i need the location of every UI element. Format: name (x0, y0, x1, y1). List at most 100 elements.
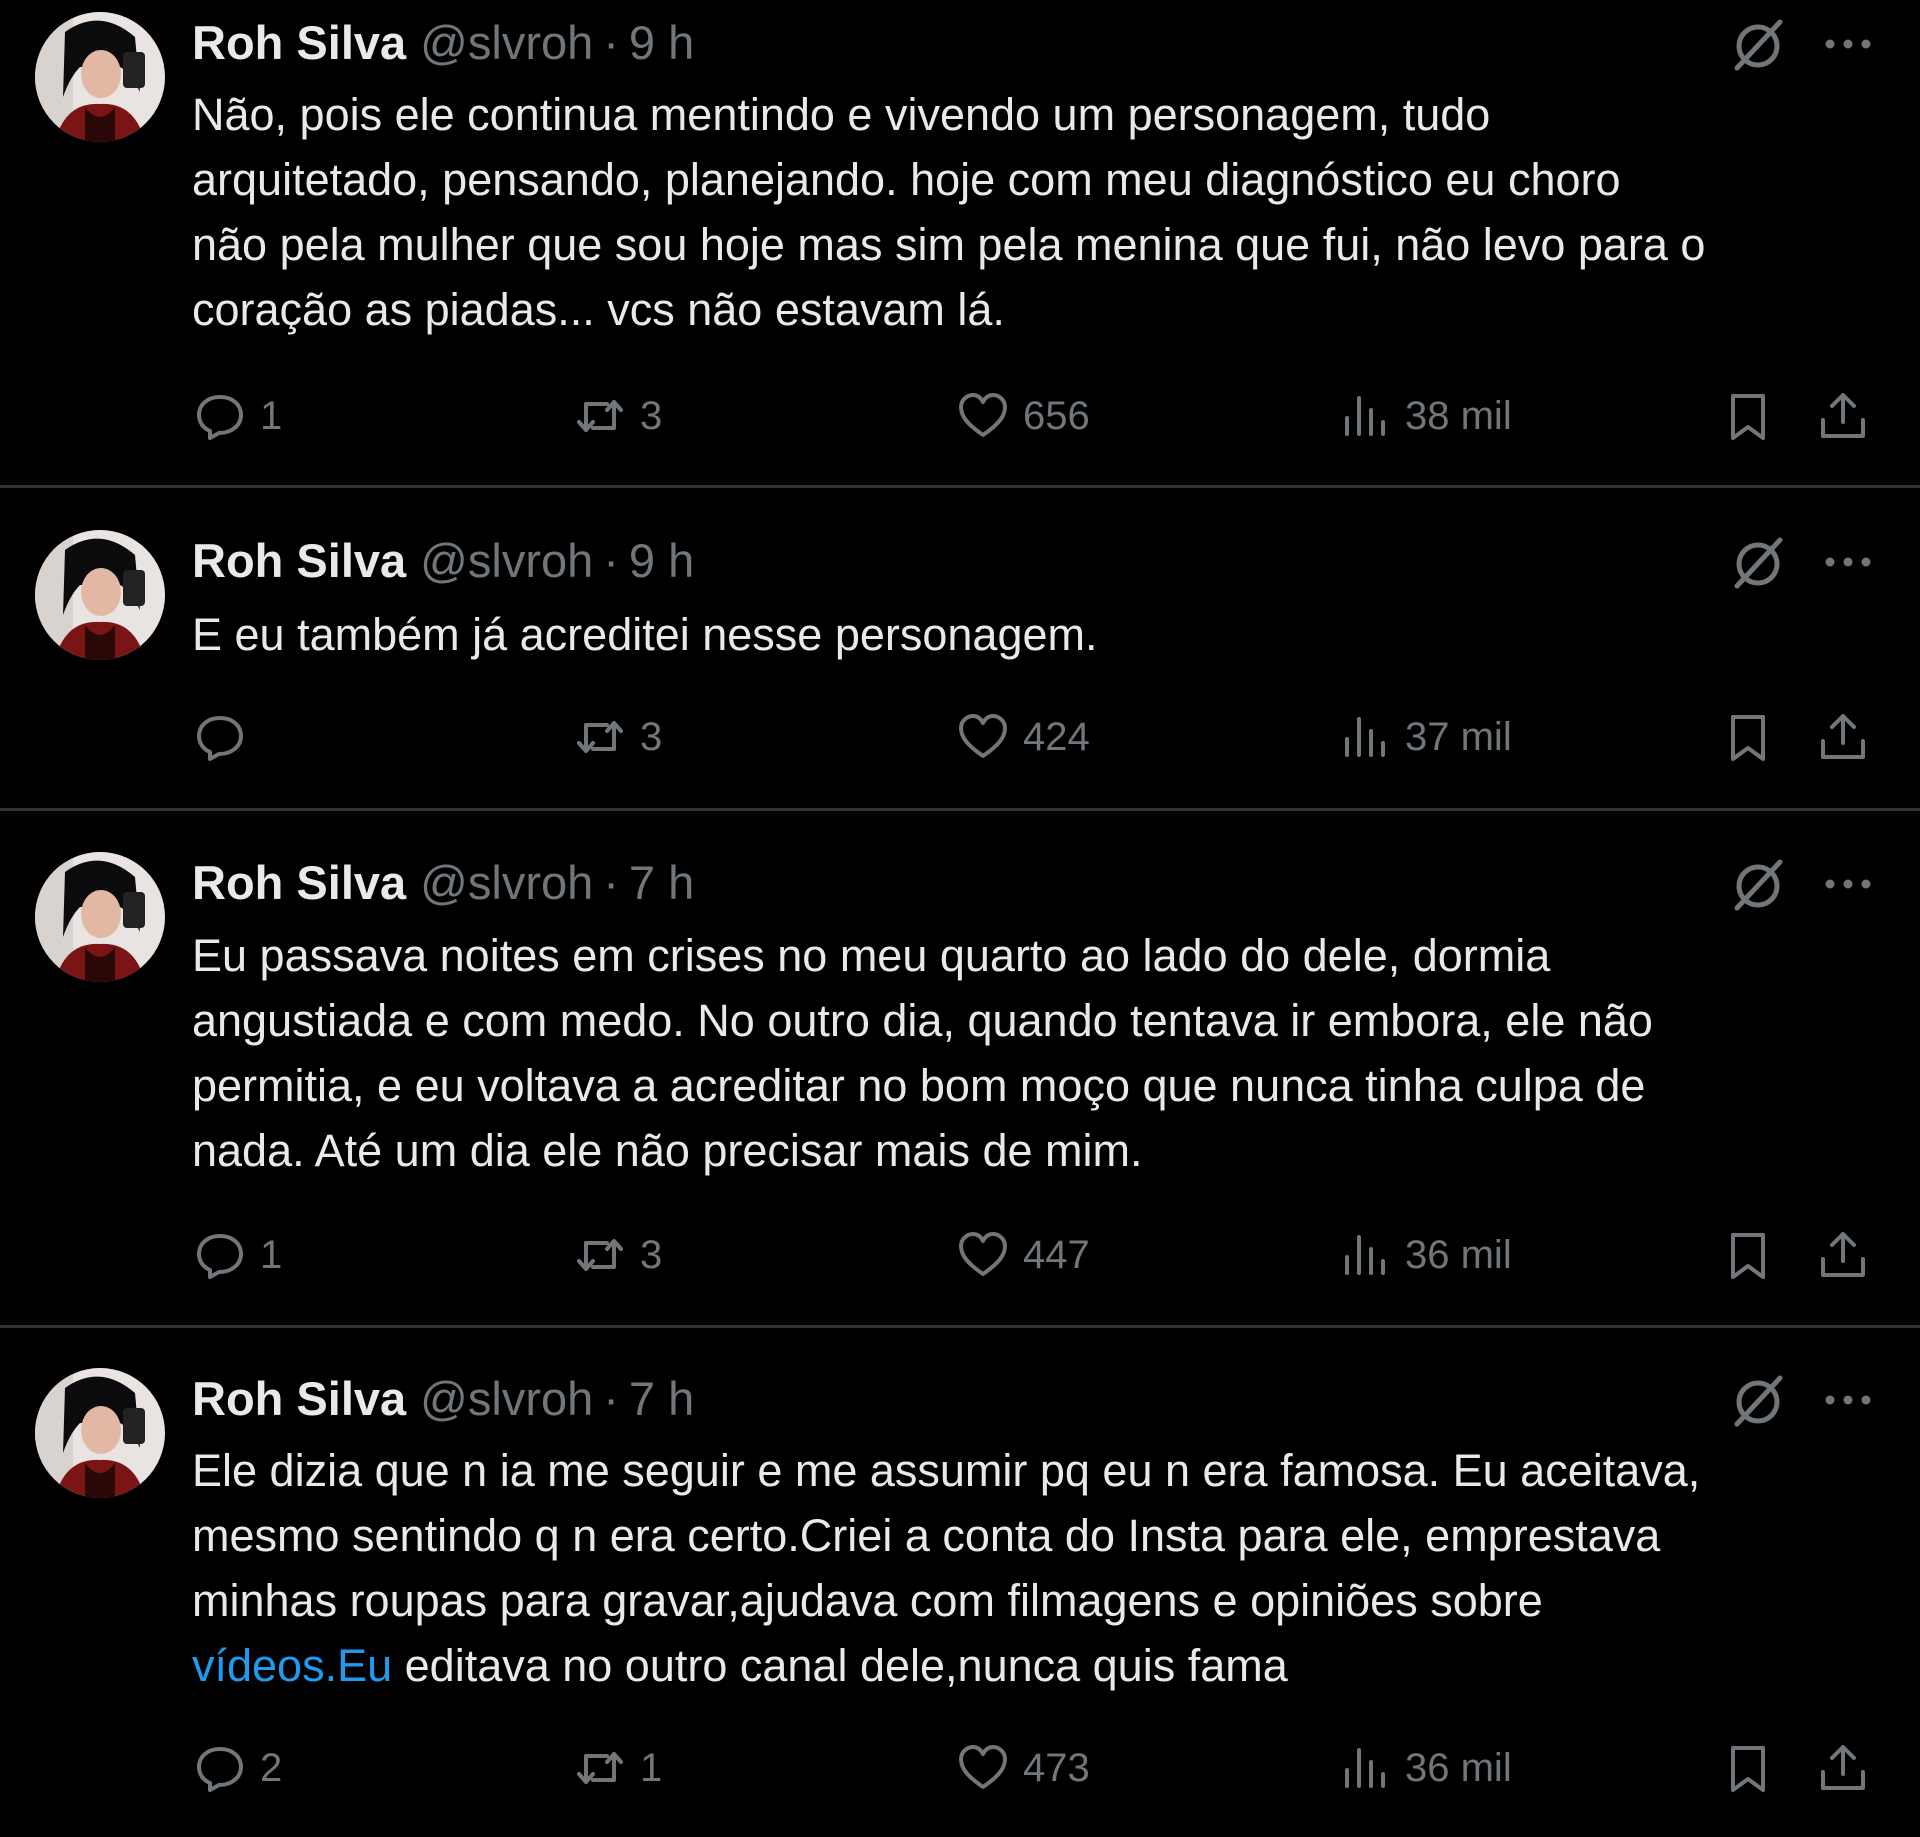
tweet-header: Roh Silva @slvroh · 7 h (192, 852, 694, 912)
action-bar: 2 1 473 36 mil (0, 1733, 1920, 1803)
reply-icon (197, 716, 243, 761)
tweet[interactable]: Roh Silva @slvroh · 9 h E eu também já a… (0, 488, 1920, 808)
tweet-header: Roh Silva @slvroh · 9 h (192, 12, 694, 72)
views-count: 38 mil (1405, 393, 1512, 438)
retweet-count: 3 (640, 393, 663, 438)
views-count: 36 mil (1405, 1745, 1512, 1790)
like-button[interactable]: 447 (955, 1220, 1090, 1290)
tweet-text: Eu passava noites em crises no meu quart… (192, 930, 1653, 1176)
reply-button[interactable]: 2 (192, 1733, 282, 1803)
share-button[interactable] (1815, 702, 1871, 772)
bookmark-icon (1731, 715, 1765, 761)
separator-dot: · (603, 533, 619, 587)
bookmark-icon (1731, 1233, 1765, 1279)
like-button[interactable]: 424 (955, 702, 1090, 772)
like-count: 473 (1023, 1745, 1090, 1790)
separator-dot: · (603, 15, 619, 69)
more-icon[interactable] (1820, 14, 1876, 74)
views-button[interactable]: 38 mil (1337, 381, 1512, 451)
retweet-button[interactable]: 1 (572, 1733, 662, 1803)
share-button[interactable] (1815, 1220, 1871, 1290)
retweet-count: 3 (640, 1232, 663, 1277)
views-count: 36 mil (1405, 1232, 1512, 1277)
retweet-button[interactable]: 3 (572, 381, 662, 451)
author-handle[interactable]: @slvroh (420, 1371, 593, 1426)
reply-count: 1 (260, 393, 283, 438)
grok-icon[interactable] (1728, 532, 1788, 592)
avatar[interactable] (35, 852, 165, 982)
author-handle[interactable]: @slvroh (420, 855, 593, 910)
avatar[interactable] (35, 530, 165, 660)
bookmark-button[interactable] (1720, 381, 1776, 451)
author-name[interactable]: Roh Silva (192, 855, 406, 910)
like-button[interactable]: 656 (955, 381, 1090, 451)
more-icon[interactable] (1820, 532, 1876, 592)
timestamp[interactable]: 7 h (629, 1371, 694, 1426)
views-button[interactable]: 36 mil (1337, 1220, 1512, 1290)
views-icon (1345, 396, 1385, 436)
tweet-text-part: editava no outro canal dele,nunca quis f… (392, 1640, 1288, 1691)
bookmark-icon (1731, 394, 1765, 440)
avatar[interactable] (35, 12, 165, 142)
timeline-feed: Roh Silva @slvroh · 9 h Não, pois ele co… (0, 0, 1920, 1837)
reply-button[interactable]: 1 (192, 381, 282, 451)
views-count: 37 mil (1405, 714, 1512, 759)
author-name[interactable]: Roh Silva (192, 533, 406, 588)
retweet-count: 1 (640, 1745, 663, 1790)
tweet-header: Roh Silva @slvroh · 7 h (192, 1368, 694, 1428)
like-count: 424 (1023, 714, 1090, 759)
reply-button[interactable]: 1 (192, 1220, 282, 1290)
timestamp[interactable]: 7 h (629, 855, 694, 910)
action-bar: 1 3 656 38 mil (0, 381, 1920, 451)
tweet-header: Roh Silva @slvroh · 9 h (192, 530, 694, 590)
views-button[interactable]: 37 mil (1337, 702, 1512, 772)
author-handle[interactable]: @slvroh (420, 533, 593, 588)
bookmark-icon (1731, 1746, 1765, 1792)
reply-icon (197, 395, 243, 440)
share-icon (1821, 1745, 1865, 1790)
retweet-icon (577, 721, 623, 753)
grok-icon[interactable] (1728, 854, 1788, 914)
avatar[interactable] (35, 1368, 165, 1498)
tweet-link[interactable]: vídeos.Eu (192, 1640, 392, 1691)
share-icon (1821, 714, 1865, 759)
heart-icon (959, 1232, 1007, 1276)
timestamp[interactable]: 9 h (629, 533, 694, 588)
retweet-count: 3 (640, 714, 663, 759)
author-name[interactable]: Roh Silva (192, 1371, 406, 1426)
separator-dot: · (603, 855, 619, 909)
tweet[interactable]: Roh Silva @slvroh · 7 h Ele dizia que n … (0, 1328, 1920, 1837)
share-icon (1821, 1232, 1865, 1277)
tweet-text: Ele dizia que n ia me seguir e me assumi… (192, 1438, 1892, 1698)
heart-icon (959, 714, 1007, 758)
grok-icon[interactable] (1728, 1370, 1788, 1430)
tweet-text: E eu também já acreditei nesse personage… (192, 609, 1098, 660)
share-button[interactable] (1815, 1733, 1871, 1803)
separator-dot: · (603, 1371, 619, 1425)
heart-icon (959, 393, 1007, 437)
tweet[interactable]: Roh Silva @slvroh · 9 h Não, pois ele co… (0, 0, 1920, 487)
more-icon[interactable] (1820, 1370, 1876, 1430)
action-bar: 3 424 37 mil (0, 702, 1920, 772)
grok-icon[interactable] (1728, 14, 1788, 74)
views-icon (1345, 717, 1385, 757)
share-button[interactable] (1815, 381, 1871, 451)
author-handle[interactable]: @slvroh (420, 15, 593, 70)
retweet-button[interactable]: 3 (572, 702, 662, 772)
timestamp[interactable]: 9 h (629, 15, 694, 70)
author-name[interactable]: Roh Silva (192, 15, 406, 70)
retweet-button[interactable]: 3 (572, 1220, 662, 1290)
tweet[interactable]: Roh Silva @slvroh · 7 h Eu passava noite… (0, 811, 1920, 1325)
views-icon (1345, 1748, 1385, 1788)
reply-icon (197, 1747, 243, 1792)
views-button[interactable]: 36 mil (1337, 1733, 1512, 1803)
bookmark-button[interactable] (1720, 1733, 1776, 1803)
reply-button[interactable] (192, 702, 260, 772)
more-icon[interactable] (1820, 854, 1876, 914)
bookmark-button[interactable] (1720, 702, 1776, 772)
like-button[interactable]: 473 (955, 1733, 1090, 1803)
reply-icon (197, 1234, 243, 1279)
reply-count: 1 (260, 1232, 283, 1277)
retweet-icon (577, 400, 623, 432)
bookmark-button[interactable] (1720, 1220, 1776, 1290)
